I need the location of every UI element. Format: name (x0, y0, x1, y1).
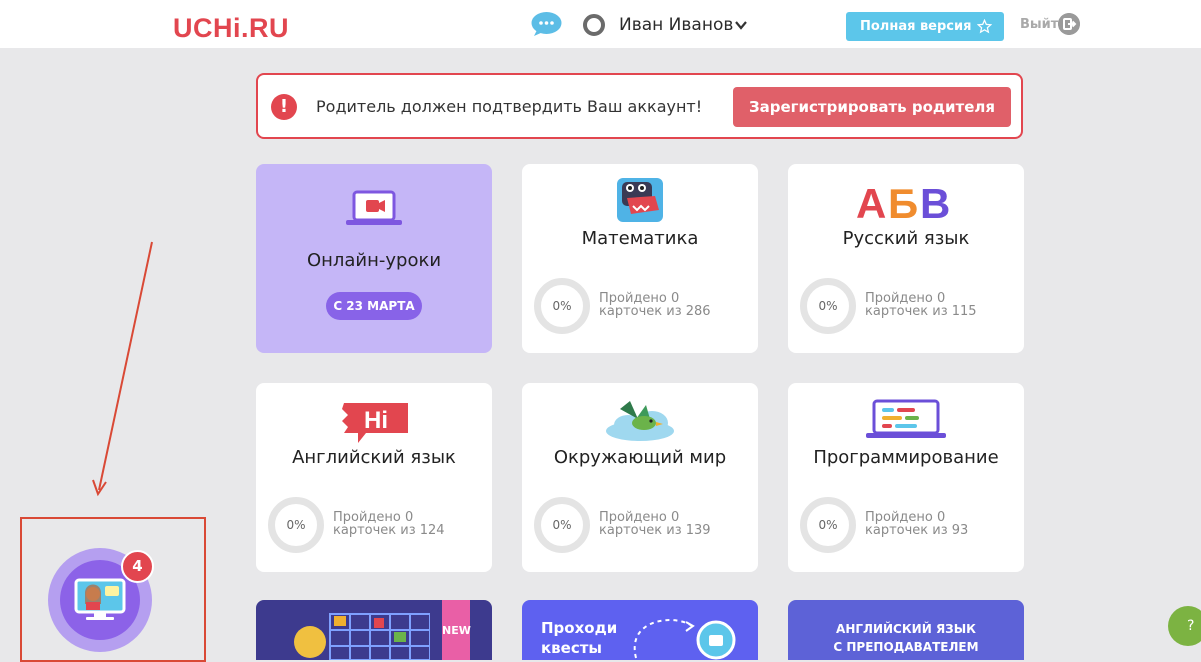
hi-speech-icon: Hi (256, 399, 492, 451)
card-online-lessons[interactable]: Онлайн-уроки С 23 МАРТА (256, 164, 492, 353)
user-name[interactable]: Иван Иванов (619, 15, 733, 35)
card-programming[interactable]: Программирование 0% Пройдено 0 карточек и… (788, 383, 1024, 572)
svg-text:Hi: Hi (364, 407, 388, 434)
progress-text: Пройдено 0 карточек из 286 (599, 291, 711, 319)
progress: 0% Пройдено 0 карточек из 115 (800, 278, 1012, 334)
svg-text:В: В (920, 180, 950, 222)
card-title: Онлайн-уроки (306, 250, 442, 271)
progress-text: Пройдено 0 карточек из 139 (599, 510, 711, 538)
chat-icon[interactable] (531, 11, 562, 37)
logout-icon[interactable] (1058, 13, 1080, 35)
code-laptop-icon (788, 399, 1024, 445)
register-parent-button[interactable]: Зарегистрировать родителя (733, 87, 1011, 127)
progress-ring: 0% (534, 278, 590, 334)
calendar-illustration-icon (294, 613, 430, 660)
chevron-down-icon[interactable] (735, 20, 747, 30)
star-icon (977, 19, 992, 34)
card-title: Программирование (813, 447, 999, 468)
progress: 0% Пройдено 0 карточек из 286 (534, 278, 746, 334)
svg-text:А: А (856, 180, 886, 222)
progress-ring: 0% (800, 278, 856, 334)
full-version-button[interactable]: Полная версия (846, 12, 1004, 41)
new-ribbon: NEW (442, 600, 471, 660)
progress-text: Пройдено 0 карточек из 93 (865, 510, 969, 538)
progress-ring: 0% (800, 497, 856, 553)
teacher-monitor-icon (74, 578, 126, 620)
quests-text: Проходи квесты (541, 619, 618, 657)
full-version-label: Полная версия (860, 19, 972, 34)
olympiad-tile[interactable]: NEW (256, 600, 492, 660)
progress: 0% Пройдено 0 карточек из 124 (268, 497, 480, 553)
avatar[interactable] (583, 14, 605, 36)
progress: 0% Пройдено 0 карточек из 139 (534, 497, 746, 553)
annotation-arrow (92, 241, 153, 497)
notification-badge: 4 (121, 550, 154, 583)
progress-text: Пройдено 0 карточек из 115 (865, 291, 977, 319)
quest-path-icon (633, 619, 736, 660)
bird-cloud-icon (522, 397, 758, 447)
help-button[interactable]: ? (1168, 606, 1201, 646)
english-tutor-text: АНГЛИЙСКИЙ ЯЗЫК С ПРЕПОДАВАТЕЛЕМ (833, 622, 979, 654)
parent-confirm-alert: ! Родитель должен подтвердить Ваш аккаун… (256, 73, 1023, 139)
card-title: Окружающий мир (553, 447, 727, 468)
card-title: Английский язык (292, 447, 456, 468)
card-world[interactable]: Окружающий мир 0% Пройдено 0 карточек из … (522, 383, 758, 572)
quests-tile[interactable]: Проходи квесты (522, 600, 758, 660)
card-english[interactable]: Hi Английский язык 0% Пройдено 0 карточек… (256, 383, 492, 572)
card-title: Русский язык (842, 228, 970, 249)
progress-ring: 0% (268, 497, 324, 553)
svg-text:Б: Б (888, 180, 918, 222)
progress-ring: 0% (534, 497, 590, 553)
alert-message: Родитель должен подтвердить Ваш аккаунт! (316, 97, 703, 116)
top-header: UCHi.RU Иван Иванов Полная версия Выйти (0, 0, 1201, 48)
card-russian[interactable]: А Б В Русский язык 0% Пройдено 0 карточек… (788, 164, 1024, 353)
abv-letters-icon: А Б В (788, 180, 1024, 227)
date-badge: С 23 МАРТА (326, 292, 422, 320)
card-title: Математика (581, 228, 699, 249)
card-math[interactable]: Математика 0% Пройдено 0 карточек из 286 (522, 164, 758, 353)
warning-icon: ! (271, 94, 297, 120)
progress: 0% Пройдено 0 карточек из 93 (800, 497, 1012, 553)
video-laptop-icon (256, 190, 492, 236)
dino-icon (522, 176, 758, 228)
english-tutor-tile[interactable]: АНГЛИЙСКИЙ ЯЗЫК С ПРЕПОДАВАТЕЛЕМ (788, 600, 1024, 660)
logo[interactable]: UCHi.RU (173, 13, 289, 44)
progress-text: Пройдено 0 карточек из 124 (333, 510, 445, 538)
